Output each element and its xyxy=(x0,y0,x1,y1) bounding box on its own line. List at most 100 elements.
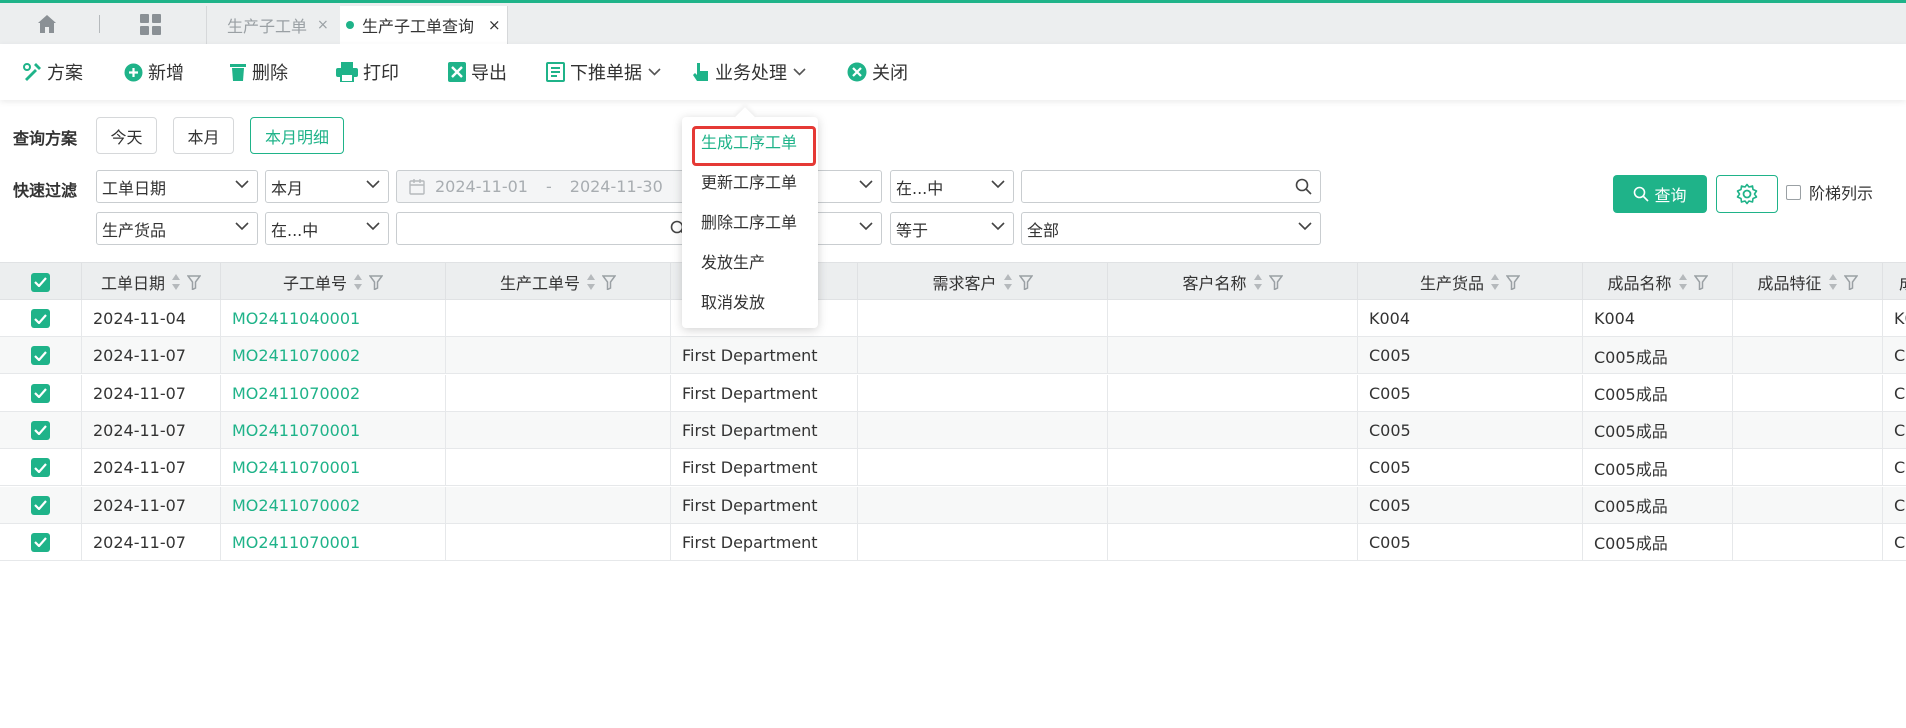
column-header-product[interactable]: 生产货品 xyxy=(1358,263,1583,301)
home-icon[interactable] xyxy=(36,13,58,35)
today-button[interactable]: 今天 xyxy=(96,117,157,154)
column-header-production-order-no[interactable]: 生产工单号 xyxy=(446,263,671,301)
sort-icon[interactable] xyxy=(1253,273,1263,291)
column-header-finished-name[interactable]: 成品名称 xyxy=(1583,263,1733,301)
menu-item-release-production[interactable]: 发放生产 xyxy=(682,241,818,281)
table-row[interactable]: 2024-11-07 MO2411070002 First Department C0… xyxy=(0,337,1906,375)
checkbox-checked-icon xyxy=(31,532,50,552)
cell-product: C005 xyxy=(1358,411,1583,449)
sort-icon[interactable] xyxy=(1828,273,1838,291)
table-row[interactable]: 2024-11-07 MO2411070001 First Department C0… xyxy=(0,411,1906,449)
column-header-finished-feature[interactable]: 成品特征 xyxy=(1733,263,1883,301)
filter-value-input-2[interactable] xyxy=(396,212,696,245)
this-month-detail-button[interactable]: 本月明细 xyxy=(250,117,344,154)
column-header-demand-customer[interactable]: 需求客户 xyxy=(858,263,1108,301)
cell-sub-order-no[interactable]: MO2411040001 xyxy=(221,300,446,337)
filter-operator-select[interactable]: 本月 xyxy=(265,170,389,203)
column-header-order-date[interactable]: 工单日期 xyxy=(82,263,221,301)
filter-operator-select-3[interactable]: 在...中 xyxy=(265,212,389,245)
gear-icon xyxy=(1736,183,1758,205)
cell-production-order-no xyxy=(446,300,671,337)
sort-icon[interactable] xyxy=(353,273,363,291)
cell-demand-customer xyxy=(858,337,1108,375)
column-header-partial[interactable]: 成 xyxy=(1883,263,1906,301)
filter-field-select-3[interactable]: 生产货品 xyxy=(96,212,258,245)
cell-finished-feature xyxy=(1733,300,1883,337)
filter-operator-select-2[interactable]: 在...中 xyxy=(890,170,1014,203)
table-row[interactable]: 2024-11-07 MO2411070002 First Department C0… xyxy=(0,486,1906,524)
row-checkbox[interactable] xyxy=(0,300,82,337)
select-value: 在...中 xyxy=(271,220,319,240)
cell-sub-order-no[interactable]: MO2411070002 xyxy=(221,337,446,375)
business-process-dropdown[interactable]: 业务处理 xyxy=(692,59,811,85)
table-row[interactable]: 2024-11-04MO2411040001 K004K004 K0 xyxy=(0,300,1906,337)
sort-icon[interactable] xyxy=(1003,273,1013,291)
chevron-down-icon xyxy=(235,222,249,231)
settings-button[interactable] xyxy=(1716,175,1778,213)
tab-close-icon[interactable]: × xyxy=(488,16,501,34)
row-checkbox[interactable] xyxy=(0,411,82,449)
tab-sub-work-order[interactable]: 生产子工单 × xyxy=(206,6,342,44)
menu-item-delete-process-order[interactable]: 删除工序工单 xyxy=(682,201,818,241)
filter-icon[interactable] xyxy=(1268,274,1283,290)
sort-icon[interactable] xyxy=(1490,273,1500,291)
menu-item-cancel-release[interactable]: 取消发放 xyxy=(682,281,818,321)
filter-icon[interactable] xyxy=(602,274,616,290)
filter-icon[interactable] xyxy=(369,274,383,290)
filter-icon[interactable] xyxy=(1843,274,1858,290)
filter-icon[interactable] xyxy=(1506,274,1520,290)
table-row[interactable]: 2024-11-07 MO2411070002 First Department C0… xyxy=(0,374,1906,412)
row-checkbox[interactable] xyxy=(0,337,82,375)
step-columns-checkbox[interactable]: 阶梯列示 xyxy=(1786,180,1873,204)
cell-product: C005 xyxy=(1358,374,1583,412)
date-range-input[interactable]: 2024-11-01 - 2024-11-30 xyxy=(396,170,696,203)
row-checkbox[interactable] xyxy=(0,523,82,561)
print-button[interactable]: 打印 xyxy=(336,59,399,85)
export-button[interactable]: 导出 xyxy=(448,59,507,85)
search-icon xyxy=(1295,178,1312,195)
filter-field-select[interactable]: 工单日期 xyxy=(96,170,258,203)
row-checkbox[interactable] xyxy=(0,486,82,524)
select-all-checkbox[interactable] xyxy=(0,263,82,301)
filter-icon[interactable] xyxy=(1018,274,1033,290)
cell-department: First Department xyxy=(671,486,858,524)
menu-item-update-process-order[interactable]: 更新工序工单 xyxy=(682,161,818,201)
tab-close-icon[interactable]: × xyxy=(317,17,329,33)
column-header-sub-order-no[interactable]: 子工单号 xyxy=(221,263,446,301)
filter-value-input[interactable] xyxy=(1021,170,1321,203)
tab-bar: 生产子工单 × 生产子工单查询 × xyxy=(0,3,1906,44)
sort-icon[interactable] xyxy=(1678,273,1688,291)
filter-operator-select-4[interactable]: 等于 xyxy=(890,212,1014,245)
sort-icon[interactable] xyxy=(586,273,596,291)
delete-button[interactable]: 删除 xyxy=(229,59,288,85)
cell-customer-name xyxy=(1108,449,1358,487)
cell-product: C005 xyxy=(1358,486,1583,524)
cell-sub-order-no[interactable]: MO2411070001 xyxy=(221,449,446,487)
filter-value-select[interactable]: 全部 xyxy=(1021,212,1321,245)
scheme-button[interactable]: 方案 xyxy=(22,59,83,85)
cell-sub-order-no[interactable]: MO2411070002 xyxy=(221,374,446,412)
filter-icon[interactable] xyxy=(187,274,201,290)
filter-icon[interactable] xyxy=(1693,274,1708,290)
sort-icon[interactable] xyxy=(171,273,181,291)
query-button[interactable]: 查询 xyxy=(1613,175,1707,213)
tab-sub-work-order-query[interactable]: 生产子工单查询 × xyxy=(340,6,508,44)
row-checkbox[interactable] xyxy=(0,449,82,487)
apps-grid-icon[interactable] xyxy=(140,14,161,35)
checkbox-checked-icon xyxy=(31,495,50,515)
close-button[interactable]: 关闭 xyxy=(847,59,908,85)
table-row[interactable]: 2024-11-07 MO2411070001 First Department C0… xyxy=(0,523,1906,561)
cell-finished-feature xyxy=(1733,523,1883,561)
column-header-customer-name[interactable]: 客户名称 xyxy=(1108,263,1358,301)
cell-sub-order-no[interactable]: MO2411070002 xyxy=(221,486,446,524)
table-row[interactable]: 2024-11-07 MO2411070001 First Department C0… xyxy=(0,449,1906,487)
cell-sub-order-no[interactable]: MO2411070001 xyxy=(221,523,446,561)
push-down-label: 下推单据 xyxy=(570,63,642,84)
cell-department: First Department xyxy=(671,374,858,412)
cell-partial: C0 xyxy=(1894,383,1906,403)
row-checkbox[interactable] xyxy=(0,374,82,412)
this-month-button[interactable]: 本月 xyxy=(173,117,234,154)
push-down-dropdown[interactable]: 下推单据 xyxy=(546,59,666,85)
cell-sub-order-no[interactable]: MO2411070001 xyxy=(221,411,446,449)
add-button[interactable]: 新增 xyxy=(124,59,184,85)
